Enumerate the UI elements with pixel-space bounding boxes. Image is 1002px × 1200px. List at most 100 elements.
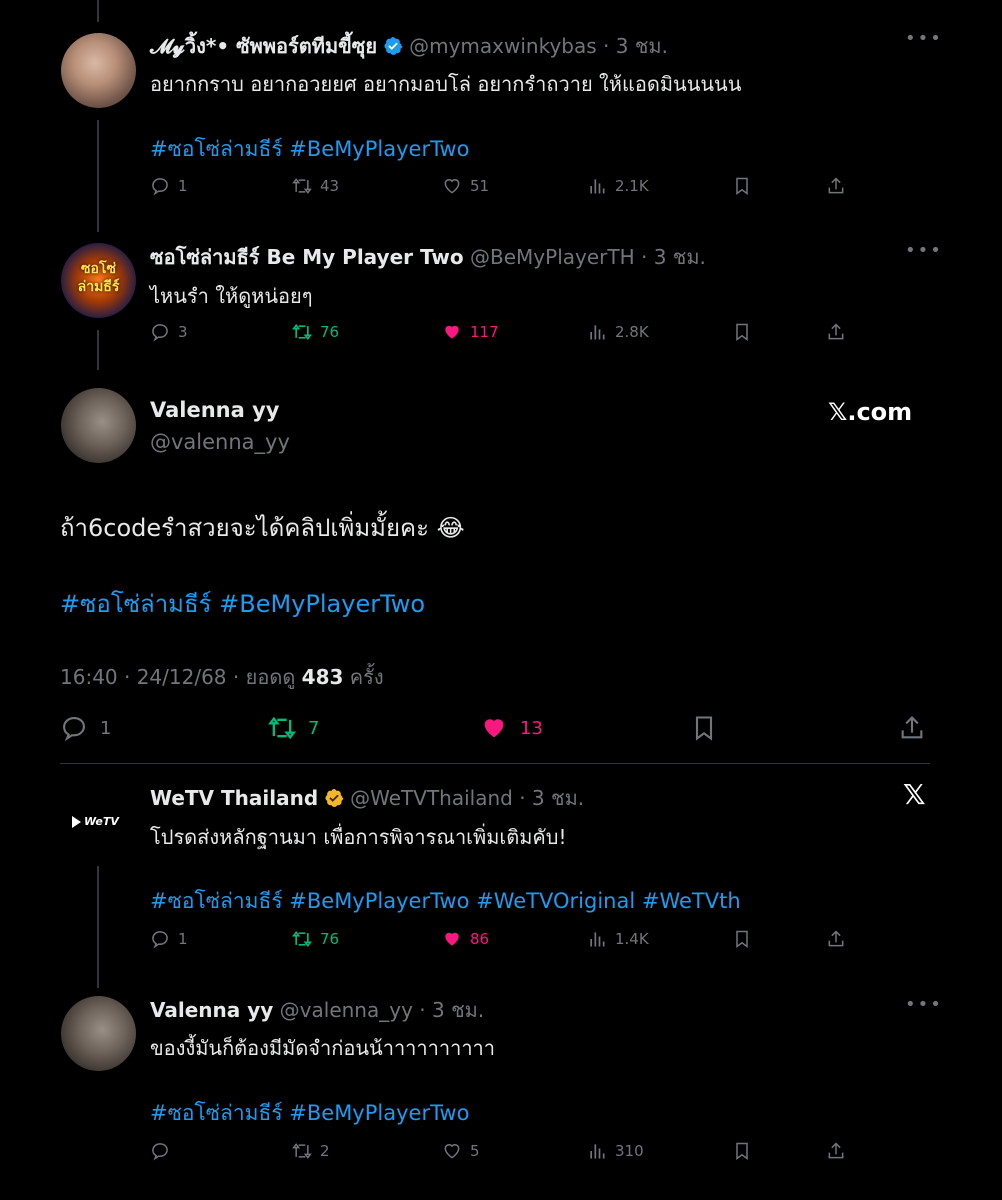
avatar-text-top: ซอโซ่ xyxy=(81,261,116,277)
reply-icon xyxy=(152,178,168,196)
retweet-button[interactable]: 76 xyxy=(292,929,339,949)
avatar[interactable] xyxy=(61,33,136,108)
author-handle[interactable]: @valenna_yy xyxy=(150,430,290,454)
reply-count: 1 xyxy=(178,177,188,195)
like-button[interactable]: 86 xyxy=(442,929,489,949)
retweet-button[interactable]: 43 xyxy=(292,176,339,196)
reply-button[interactable]: 1 xyxy=(60,714,111,742)
share-button[interactable] xyxy=(898,714,926,742)
view-count-suffix: ครั้ง xyxy=(349,665,384,689)
thread-line xyxy=(97,866,99,988)
more-icon[interactable]: ••• xyxy=(905,28,943,49)
share-button[interactable] xyxy=(826,1141,846,1161)
views-icon xyxy=(590,325,605,340)
main-tweet-hashtags[interactable]: #ซอโซ่ล่ามธีร์ #BeMyPlayerTwo xyxy=(60,584,425,623)
reply-button[interactable]: 3 xyxy=(150,322,188,342)
tweet-header: ซอโซ่ล่ามธีร์ Be My Player Two @BeMyPlay… xyxy=(150,241,706,273)
reply-button[interactable] xyxy=(150,1141,178,1161)
retweet-count: 2 xyxy=(320,1142,330,1160)
views-count: 2.8K xyxy=(615,323,649,341)
like-button[interactable]: 117 xyxy=(442,322,499,342)
share-button[interactable] xyxy=(826,322,846,342)
tweet-text: โปรดส่งหลักฐานมา เพื่อการพิจารณาเพิ่มเติ… xyxy=(150,825,567,849)
wetv-logo: WeTV xyxy=(72,815,119,828)
like-icon xyxy=(444,1144,460,1159)
like-icon xyxy=(444,179,460,194)
tweet-time[interactable]: 3 ชม. xyxy=(532,782,584,814)
bookmark-button[interactable] xyxy=(732,1141,752,1161)
avatar-text-bottom: ล่ามธีร์ xyxy=(77,279,120,295)
retweet-button[interactable]: 76 xyxy=(292,322,339,342)
share-button[interactable] xyxy=(826,176,846,196)
reply-icon xyxy=(152,324,168,342)
author-handle[interactable]: @mymaxwinkybas xyxy=(409,34,597,58)
x-logo-icon: 𝕏.com xyxy=(828,398,913,426)
reply-button[interactable]: 1 xyxy=(150,176,188,196)
author-handle[interactable]: @BeMyPlayerTH xyxy=(470,245,635,269)
views-icon xyxy=(590,179,605,194)
separator-dot: · xyxy=(634,245,654,269)
verified-badge-icon xyxy=(325,789,344,807)
tweet-time[interactable]: 3 ชม. xyxy=(654,241,706,273)
retweet-button[interactable]: 2 xyxy=(292,1141,330,1161)
like-button[interactable]: 51 xyxy=(442,176,489,196)
tweet-header: 𝓜𝔂วิ้ง*• ซัพพอร์ตทีมขี้ซุย @mymaxwinkyba… xyxy=(150,30,668,62)
thread-line xyxy=(97,0,99,22)
author-name[interactable]: Valenna yy xyxy=(150,398,279,422)
views-count: 310 xyxy=(615,1142,644,1160)
tweet-text: ของงี้มันก็ต้องมีมัดจำก่อนน้าาาาาาาาาา xyxy=(150,1036,496,1060)
author-name[interactable]: ซอโซ่ล่ามธีร์ Be My Player Two xyxy=(150,241,464,273)
divider xyxy=(60,763,930,764)
avatar[interactable] xyxy=(61,388,136,463)
views-count: 1.4K xyxy=(615,930,649,948)
tweet-time[interactable]: 3 ชม. xyxy=(616,30,668,62)
bookmark-button[interactable] xyxy=(732,322,752,342)
avatar-label: WeTV xyxy=(84,815,119,828)
views-button[interactable]: 310 xyxy=(587,1141,644,1161)
tweet-text: ไหนรำ ให้ดูหน่อยๆ xyxy=(150,284,313,308)
tweet-time[interactable]: 3 ชม. xyxy=(432,994,484,1026)
bookmark-icon xyxy=(695,716,713,741)
views-button[interactable]: 1.4K xyxy=(587,929,649,949)
separator-dot: · xyxy=(412,998,432,1022)
avatar[interactable]: ซอโซ่ ล่ามธีร์ xyxy=(61,243,136,318)
reply-count: 1 xyxy=(178,930,188,948)
author-name[interactable]: 𝓜𝔂วิ้ง*• ซัพพอร์ตทีมขี้ซุย xyxy=(150,30,377,62)
share-icon xyxy=(828,1142,844,1159)
share-icon xyxy=(828,177,844,194)
tweet-header: WeTV Thailand @WeTVThailand · 3 ชม. xyxy=(150,782,584,814)
author-name[interactable]: Valenna yy xyxy=(150,998,273,1022)
x-logo-icon: 𝕏 xyxy=(903,778,926,811)
retweet-count: 43 xyxy=(320,177,340,195)
share-icon xyxy=(901,716,923,739)
author-handle[interactable]: @valenna_yy xyxy=(280,998,413,1022)
tweet-text: อยากกราบ อยากอวยยศ อยากมอบโล่ อยากรำถวาย… xyxy=(150,72,742,96)
tweet-hashtags[interactable]: #ซอโซ่ล่ามธีร์ #BeMyPlayerTwo xyxy=(150,133,469,166)
views-count: 2.1K xyxy=(615,177,649,195)
bookmark-icon xyxy=(736,323,748,341)
like-button[interactable]: 5 xyxy=(442,1141,480,1161)
bookmark-button[interactable] xyxy=(732,929,752,949)
bookmark-button[interactable] xyxy=(690,714,718,742)
tweet-hashtags[interactable]: #ซอโซ่ล่ามธีร์ #BeMyPlayerTwo #WeTVOrigi… xyxy=(150,885,741,918)
tweet-timestamp[interactable]: 16:40 · 24/12/68 · ยอดดู xyxy=(60,661,295,693)
share-button[interactable] xyxy=(826,929,846,949)
views-button[interactable]: 2.8K xyxy=(587,322,649,342)
like-icon xyxy=(484,719,504,738)
tweet-hashtags[interactable]: #ซอโซ่ล่ามธีร์ #BeMyPlayerTwo xyxy=(150,1097,469,1130)
reply-icon xyxy=(152,931,168,949)
avatar[interactable] xyxy=(61,996,136,1071)
verified-badge-icon xyxy=(384,37,403,55)
bookmark-button[interactable] xyxy=(732,176,752,196)
retweet-button[interactable]: 7 xyxy=(268,714,319,742)
like-button[interactable]: 13 xyxy=(480,714,543,742)
more-icon[interactable]: ••• xyxy=(905,240,943,261)
author-handle[interactable]: @WeTVThailand xyxy=(350,786,513,810)
reply-button[interactable]: 1 xyxy=(150,929,188,949)
separator-dot: · xyxy=(512,786,532,810)
author-name[interactable]: WeTV Thailand xyxy=(150,786,318,810)
like-count: 51 xyxy=(470,177,490,195)
retweet-count: 76 xyxy=(320,930,340,948)
more-icon[interactable]: ••• xyxy=(905,994,943,1015)
views-button[interactable]: 2.1K xyxy=(587,176,649,196)
